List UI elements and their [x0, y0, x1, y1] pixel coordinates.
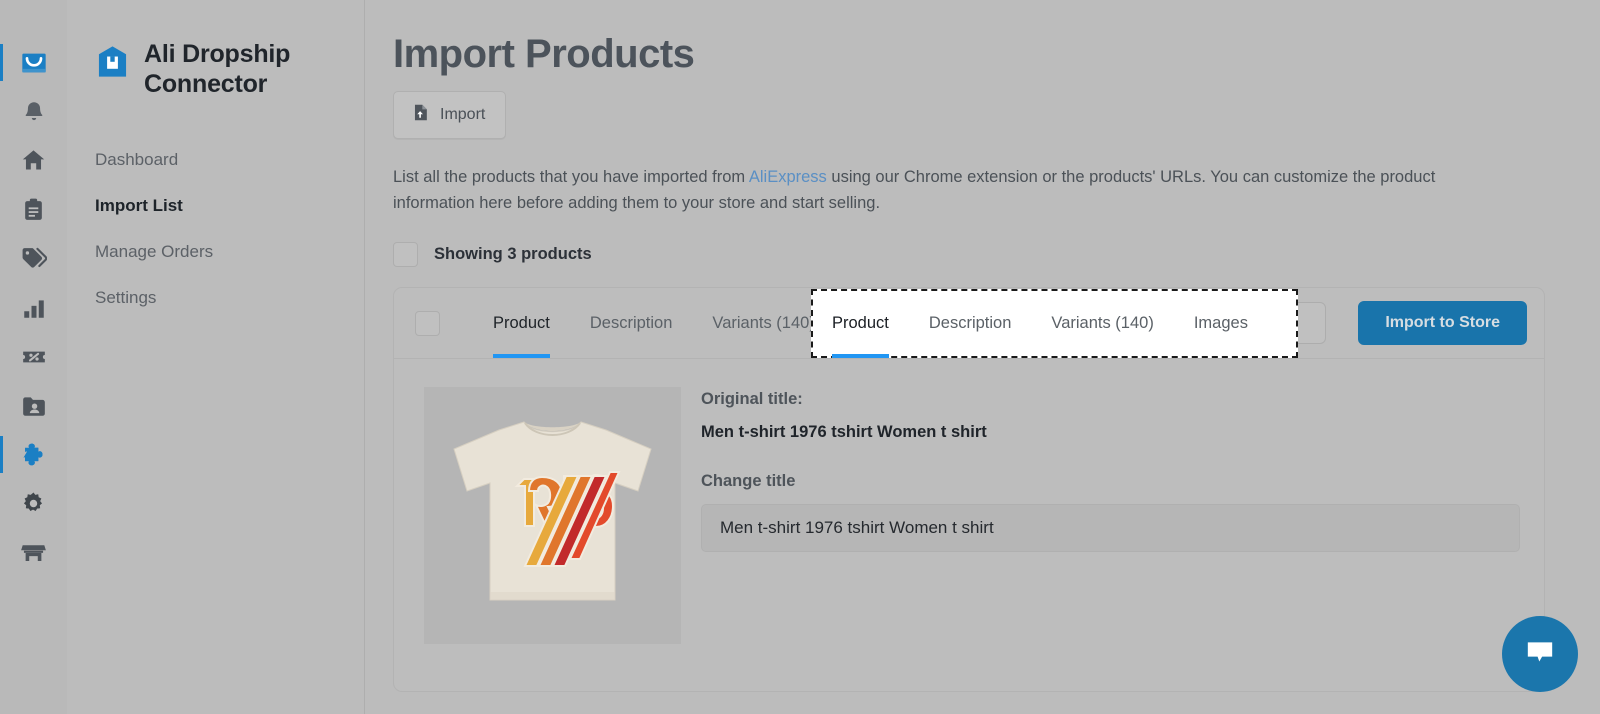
spotlight-tab-product[interactable]: Product — [832, 289, 889, 358]
store-icon — [20, 539, 47, 566]
tag-icon — [20, 245, 47, 272]
tab-product[interactable]: Product — [493, 288, 550, 359]
product-image[interactable] — [424, 387, 681, 645]
sidebar: Ali Dropship Connector Dashboard Import … — [67, 0, 365, 714]
sidebar-item-settings[interactable]: Settings — [95, 275, 364, 321]
icon-rail — [0, 0, 67, 714]
rail-item-apps[interactable] — [0, 430, 67, 479]
product-row-checkbox[interactable] — [415, 310, 440, 336]
rail-item-analytics[interactable] — [0, 283, 67, 332]
puzzle-icon — [20, 441, 48, 469]
chat-bubble-icon — [1523, 635, 1557, 674]
page-description: List all the products that you have impo… — [393, 165, 1508, 216]
spotlight-tab-description[interactable]: Description — [929, 289, 1012, 358]
spotlight-tab-variants[interactable]: Variants (140) — [1051, 289, 1153, 358]
showing-row: Showing 3 products — [393, 242, 1570, 268]
select-all-checkbox[interactable] — [393, 242, 418, 268]
app-root: Ali Dropship Connector Dashboard Import … — [0, 0, 1600, 714]
aliexpress-link[interactable]: AliExpress — [749, 168, 827, 186]
rail-item-home[interactable] — [0, 136, 67, 185]
import-button[interactable]: Import — [393, 91, 507, 139]
rail-item-settings[interactable] — [0, 479, 67, 528]
app-logo-icon — [95, 44, 130, 84]
tab-variants[interactable]: Variants (140) — [712, 288, 814, 358]
product-fields: Original title: Men t-shirt 1976 tshirt … — [701, 387, 1520, 644]
import-button-label: Import — [440, 106, 486, 123]
rail-item-customers[interactable] — [0, 381, 67, 430]
description-prefix: List all the products that you have impo… — [393, 168, 749, 186]
home-icon — [20, 147, 47, 174]
showing-label: Showing 3 products — [434, 245, 592, 264]
original-title-value: Men t-shirt 1976 tshirt Women t shirt — [701, 423, 987, 442]
bar-chart-icon — [21, 295, 47, 321]
sidebar-item-import-list[interactable]: Import List — [95, 183, 364, 229]
page-title: Import Products — [393, 32, 695, 76]
file-import-icon — [411, 103, 430, 127]
chat-widget-button[interactable] — [1502, 616, 1578, 692]
rail-item-online-store[interactable] — [0, 528, 67, 577]
tshirt-graphic — [424, 387, 681, 645]
spotlight-tab-images[interactable]: Images — [1194, 289, 1248, 358]
rail-item-notifications[interactable] — [0, 87, 67, 136]
product-card-body: Original title: Men t-shirt 1976 tshirt … — [394, 359, 1544, 668]
change-title-input[interactable] — [701, 504, 1520, 553]
rail-item-discounts[interactable] — [0, 332, 67, 381]
rail-item-inbox[interactable] — [0, 38, 67, 87]
clipboard-icon — [21, 197, 46, 222]
rail-item-orders[interactable] — [0, 185, 67, 234]
change-title-label: Change title — [701, 472, 796, 491]
customers-icon — [21, 393, 47, 419]
discount-icon — [21, 344, 47, 370]
rail-item-products[interactable] — [0, 234, 67, 283]
sidebar-item-manage-orders[interactable]: Manage Orders — [95, 229, 364, 275]
tab-description[interactable]: Description — [590, 288, 673, 358]
sidebar-item-dashboard[interactable]: Dashboard — [95, 137, 364, 183]
highlighted-tab-bar: Product Description Variants (140) Image… — [811, 289, 1298, 358]
original-title-label: Original title: — [701, 390, 803, 409]
bell-icon — [21, 99, 47, 125]
import-to-store-button[interactable]: Import to Store — [1358, 301, 1527, 346]
brand: Ali Dropship Connector — [95, 40, 364, 99]
inbox-icon — [20, 49, 48, 77]
main-content: Import Products Import List all the prod… — [365, 0, 1600, 714]
brand-name: Ali Dropship Connector — [144, 40, 291, 98]
sidebar-nav: Dashboard Import List Manage Orders Sett… — [95, 137, 364, 321]
gear-icon — [20, 490, 47, 517]
